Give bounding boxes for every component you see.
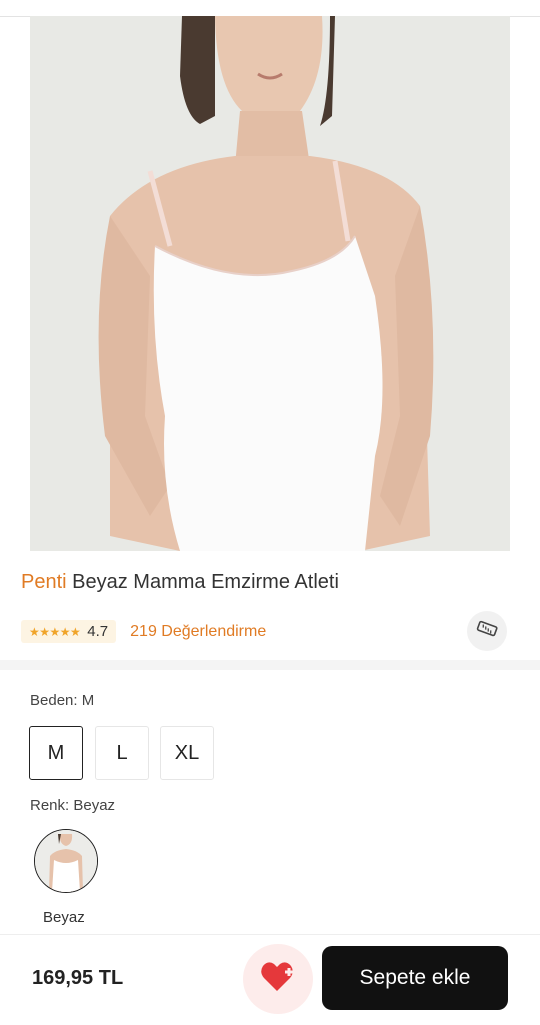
- heart-plus-icon: [260, 961, 296, 998]
- product-title: Penti Beyaz Mamma Emzirme Atleti: [21, 571, 339, 594]
- product-image[interactable]: [30, 16, 510, 551]
- top-bar: [0, 0, 540, 17]
- color-label: Renk: Beyaz: [30, 797, 116, 814]
- price: 169,95 TL: [32, 967, 124, 989]
- product-name: Beyaz Mamma Emzirme Atleti: [72, 571, 339, 593]
- rating-badge[interactable]: ★★★★★ 4.7: [21, 620, 117, 643]
- size-option-xl[interactable]: XL: [160, 726, 214, 780]
- color-swatch-label: Beyaz: [43, 909, 85, 926]
- section-divider: [0, 660, 540, 670]
- size-guide-button[interactable]: [467, 611, 507, 651]
- rating-value: 4.7: [87, 623, 109, 640]
- rating-row[interactable]: ★★★★★ 4.7 219 Değerlendirme: [21, 619, 266, 644]
- favorite-button[interactable]: [243, 944, 313, 1014]
- color-swatch-beyaz[interactable]: [34, 829, 98, 893]
- ruler-icon: [476, 618, 498, 645]
- size-label: Beden: M: [30, 692, 95, 709]
- size-option-l[interactable]: L: [95, 726, 149, 780]
- brand-name[interactable]: Penti: [21, 571, 67, 593]
- star-rating-icon: ★★★★★: [29, 624, 81, 639]
- size-option-m[interactable]: M: [29, 726, 83, 780]
- add-to-cart-button[interactable]: Sepete ekle: [322, 946, 508, 1010]
- review-count-link[interactable]: 219 Değerlendirme: [130, 623, 266, 641]
